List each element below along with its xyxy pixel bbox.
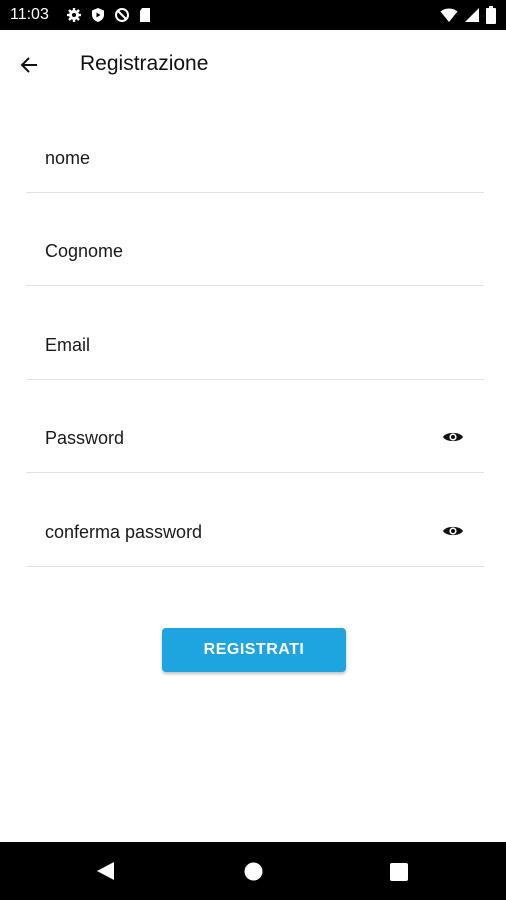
eye-icon[interactable]: [442, 428, 464, 446]
nome-field[interactable]: nome: [26, 120, 484, 193]
gear-icon: [67, 8, 81, 22]
email-field[interactable]: Email: [26, 307, 484, 380]
cognome-field-label: Cognome: [45, 241, 124, 261]
navigation-bar: [0, 842, 506, 900]
app-bar: Registrazione: [0, 30, 506, 96]
email-field-label: Email: [45, 335, 91, 355]
confirm-password-field-label: conferma password: [45, 522, 203, 542]
arrow-left-icon: [20, 57, 37, 73]
password-field-label: Password: [45, 428, 125, 448]
battery-icon: [486, 6, 496, 24]
status-bar: 11:03: [0, 0, 506, 30]
nome-field-label: nome: [45, 148, 91, 168]
status-icons-left: [66, 6, 152, 24]
password-field[interactable]: Password: [26, 400, 484, 473]
eye-icon[interactable]: [442, 522, 464, 540]
recents-square-icon[interactable]: [390, 863, 408, 881]
data-saver-icon: [115, 8, 129, 22]
wifi-icon: [440, 8, 458, 22]
cognome-field[interactable]: Cognome: [26, 213, 484, 286]
status-time: 11:03: [10, 6, 49, 23]
confirm-password-field[interactable]: conferma password: [26, 494, 484, 567]
page-title: Registrazione: [80, 52, 209, 75]
back-triangle-icon[interactable]: [96, 861, 116, 881]
back-button[interactable]: [14, 50, 44, 80]
home-circle-icon[interactable]: [244, 862, 263, 881]
sd-card-icon: [140, 8, 150, 22]
register-button[interactable]: REGISTRATI: [162, 628, 346, 672]
shield-icon: [92, 8, 104, 22]
signal-icon: [465, 8, 479, 22]
status-icons-right: [440, 5, 496, 25]
